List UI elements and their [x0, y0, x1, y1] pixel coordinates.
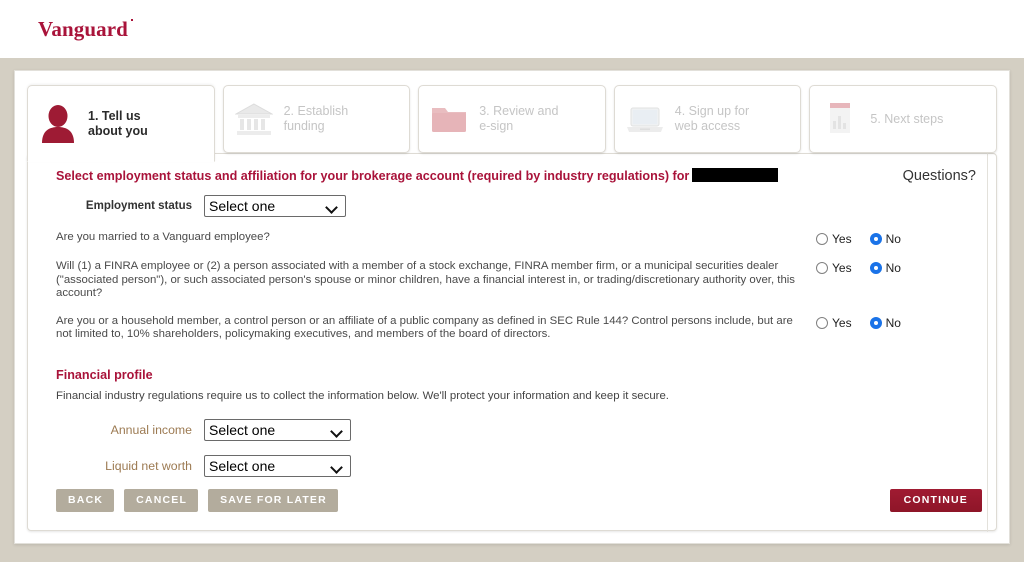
cancel-button[interactable]: CANCEL [124, 489, 199, 512]
question-radio-group: Yes No [816, 260, 966, 275]
step-tab-tell-us-about-you[interactable]: 1. Tell us about you [27, 85, 215, 162]
step-tab-label: 5. Next steps [870, 111, 944, 126]
secondary-button-group: BACK CANCEL SAVE FOR LATER [56, 489, 338, 512]
laptop-icon [625, 98, 665, 140]
page-title-text: Select employment status and affiliation… [56, 169, 690, 183]
site-header: Vanguard [0, 0, 1024, 58]
radio-no-q3[interactable]: No [869, 315, 901, 330]
folder-icon [429, 98, 469, 140]
radio-yes-q2[interactable]: Yes [816, 261, 852, 275]
radio-label: Yes [832, 261, 852, 275]
radio-label: No [885, 315, 901, 330]
radio-yes-q1[interactable]: Yes [816, 232, 852, 246]
redacted-account-name [692, 168, 779, 182]
radio-label: Yes [832, 232, 852, 246]
affiliation-question-1: Are you married to a Vanguard employee? … [56, 231, 978, 246]
employment-status-select[interactable]: Select one [204, 195, 346, 217]
panel-heading-row: Select employment status and affiliation… [56, 168, 978, 184]
financial-profile-title: Financial profile [56, 367, 153, 382]
save-for-later-button[interactable]: SAVE FOR LATER [208, 489, 338, 512]
question-text: Will (1) a FINRA employee or (2) a perso… [56, 260, 796, 299]
page-card: 1. Tell us about you 2. Establish fundin… [14, 70, 1010, 544]
radio-circle-selected-icon [869, 262, 882, 274]
radio-circle-icon [816, 262, 828, 274]
financial-profile-subtitle: Financial industry regulations require u… [56, 389, 669, 402]
person-icon [38, 103, 78, 145]
form-footer: BACK CANCEL SAVE FOR LATER CONTINUE [28, 489, 996, 512]
employment-status-row: Employment status Select one [56, 195, 978, 217]
liquid-net-worth-select[interactable]: Select one [204, 454, 351, 477]
form-panel: Select employment status and affiliation… [27, 140, 997, 532]
liquid-net-worth-row: Liquid net worth Select one [56, 454, 978, 477]
report-chart-icon [820, 98, 860, 140]
step-tab-label: 2. Establish funding [283, 104, 349, 133]
radio-yes-q3[interactable]: Yes [816, 316, 852, 330]
vanguard-logo[interactable]: Vanguard [38, 17, 133, 42]
questions-link[interactable]: Questions? [885, 168, 978, 184]
continue-button[interactable]: CONTINUE [889, 489, 982, 512]
radio-circle-icon [816, 233, 828, 245]
employment-status-dropdown-wrap: Select one [204, 195, 346, 217]
question-radio-group: Yes No [816, 315, 966, 330]
employment-status-label: Employment status [85, 200, 192, 212]
radio-circle-icon [816, 316, 828, 329]
annual-income-select[interactable]: Select one [204, 418, 351, 441]
liquid-net-worth-label: Liquid net worth [105, 458, 192, 473]
step-tabs: 1. Tell us about you 2. Establish fundin… [27, 85, 997, 162]
step-tab-sign-up-web-access[interactable]: 4. Sign up for web access [613, 85, 802, 153]
page-frame: 1. Tell us about you 2. Establish fundin… [0, 58, 1024, 562]
page-title: Select employment status and affiliation… [56, 168, 779, 184]
annual-income-row: Annual income Select one [56, 418, 978, 441]
radio-no-q2[interactable]: No [869, 261, 901, 275]
radio-circle-selected-icon [869, 233, 882, 245]
step-tab-review-and-esign[interactable]: 3. Review and e-sign [418, 85, 606, 153]
radio-label: Yes [832, 315, 852, 330]
radio-label: No [885, 232, 901, 246]
annual-income-dropdown-wrap: Select one [204, 418, 351, 441]
affiliation-question-2: Will (1) a FINRA employee or (2) a perso… [56, 260, 978, 301]
annual-income-label: Annual income [110, 422, 192, 437]
liquid-net-worth-dropdown-wrap: Select one [204, 454, 351, 477]
step-tab-label: 4. Sign up for web access [674, 104, 750, 133]
bank-icon [234, 98, 274, 140]
question-text: Are you or a household member, a control… [56, 314, 793, 341]
affiliation-question-3: Are you or a household member, a control… [56, 315, 978, 342]
question-text: Are you married to a Vanguard employee? [56, 231, 270, 243]
back-button[interactable]: BACK [56, 489, 115, 512]
step-tab-next-steps[interactable]: 5. Next steps [809, 85, 997, 153]
radio-circle-selected-icon [869, 316, 882, 329]
question-radio-group: Yes No [816, 231, 966, 246]
step-tab-label: 3. Review and e-sign [479, 104, 559, 133]
radio-label: No [885, 261, 901, 275]
step-tab-establish-funding[interactable]: 2. Establish funding [222, 85, 411, 153]
radio-no-q1[interactable]: No [869, 232, 901, 246]
step-tab-label: 1. Tell us about you [88, 108, 148, 138]
